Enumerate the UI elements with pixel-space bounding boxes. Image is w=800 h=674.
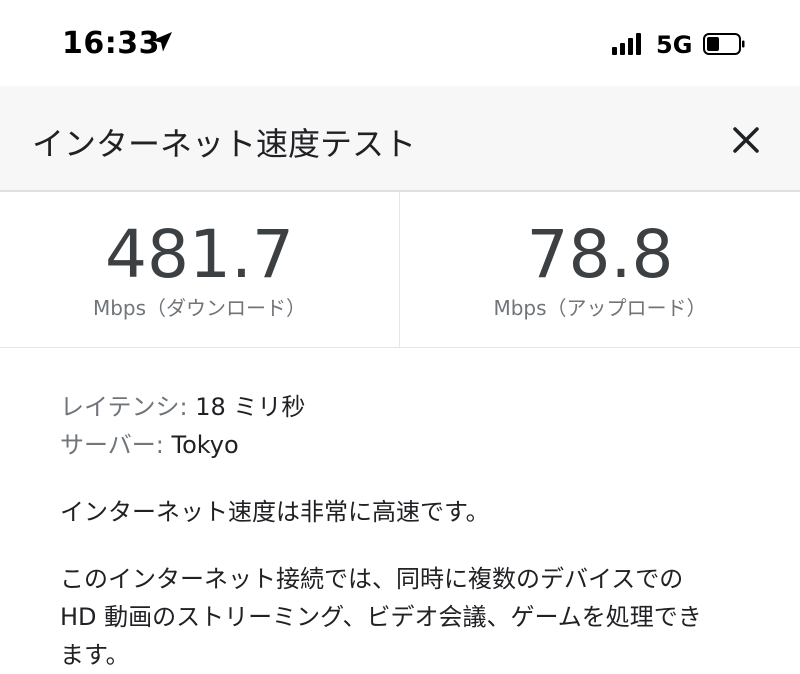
network-type: 5G [656, 31, 693, 59]
latency-label: レイテンシ: [60, 393, 188, 421]
server-value: Tokyo [171, 431, 239, 459]
latency-row: レイテンシ: 18 ミリ秒 [60, 388, 760, 426]
app-header: インターネット速度テスト [0, 86, 800, 192]
description-line-2: HD 動画のストリーミング、ビデオ会議、ゲームを処理でき [60, 603, 702, 631]
status-time: 16:33 [62, 26, 160, 61]
test-details: レイテンシ: 18 ミリ秒 サーバー: Tokyo [60, 388, 760, 464]
download-value: 481.7 [105, 216, 294, 293]
download-result: 481.7 Mbps（ダウンロード） [0, 192, 400, 347]
location-arrow-icon [152, 32, 172, 52]
description-line-3: ます。 [60, 641, 130, 669]
page-title: インターネット速度テスト [32, 125, 417, 163]
speed-summary: インターネット速度は非常に高速です。 [60, 498, 490, 526]
speed-description: このインターネット接続では、同時に複数のデバイスでの HD 動画のストリーミング… [60, 560, 760, 674]
signal-bars-icon [612, 33, 646, 55]
close-icon[interactable] [726, 120, 766, 160]
server-row: サーバー: Tokyo [60, 426, 760, 464]
server-label: サーバー: [60, 431, 164, 459]
upload-result: 78.8 Mbps（アップロード） [400, 192, 800, 347]
battery-icon [703, 33, 745, 55]
latency-value: 18 ミリ秒 [195, 393, 306, 421]
upload-unit: Mbps（アップロード） [493, 296, 707, 320]
description-line-1: このインターネット接続では、同時に複数のデバイスでの [60, 565, 684, 593]
upload-value: 78.8 [526, 216, 674, 293]
download-unit: Mbps（ダウンロード） [92, 296, 307, 320]
status-bar: 16:33 5G [0, 0, 800, 86]
speed-results: 481.7 Mbps（ダウンロード） 78.8 Mbps（アップロード） [0, 192, 800, 348]
